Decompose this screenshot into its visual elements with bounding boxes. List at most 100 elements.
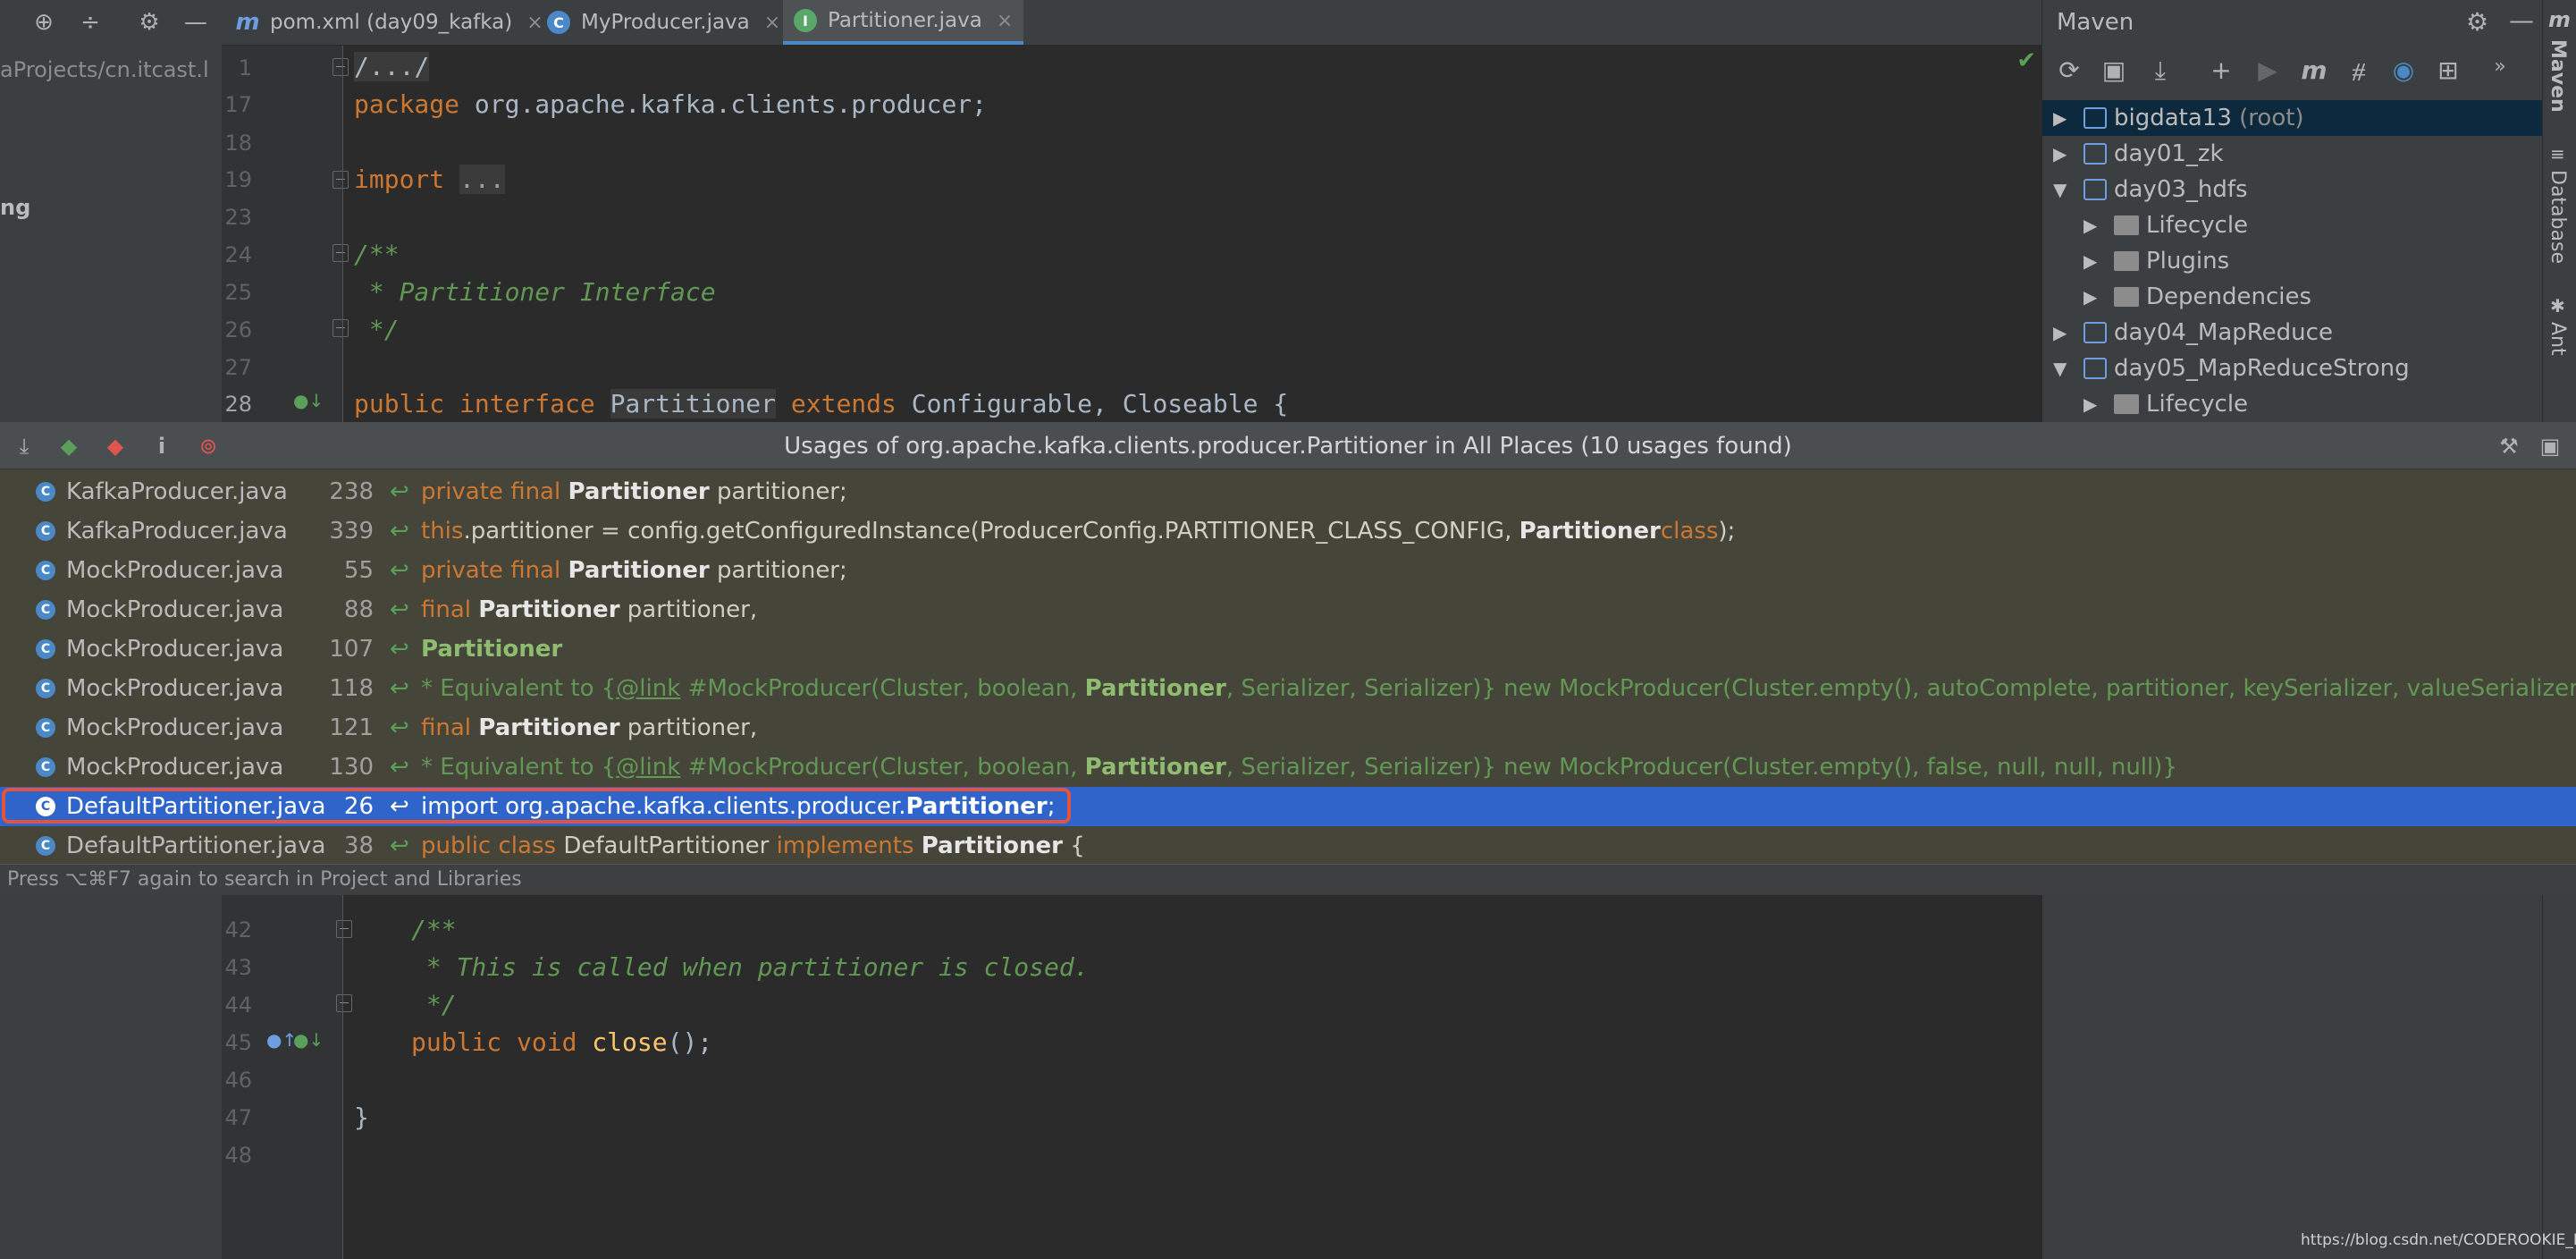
expand-icon[interactable]: ▶	[2053, 107, 2067, 129]
popup-title: Usages of org.apache.kafka.clients.produ…	[784, 433, 1792, 460]
line-number: 24	[224, 242, 252, 267]
usage-snippet: final Partitioner partitioner,	[421, 714, 758, 741]
maven-item-day01_zk[interactable]: ▶ day01_zk	[2042, 136, 2543, 172]
implemented-icon[interactable]: ●↓	[293, 1029, 324, 1051]
expand-icon[interactable]: ▶	[2084, 286, 2097, 308]
skip-tests-icon[interactable]: ⧣	[2341, 55, 2377, 86]
class-icon: C	[36, 836, 55, 856]
line-number: 25	[224, 280, 252, 305]
usage-row[interactable]: C MockProducer.java 88 ↩ final Partition…	[0, 590, 2576, 630]
code-line-45: public void close();	[411, 1027, 713, 1057]
class-icon: C	[547, 11, 570, 34]
crosshair-icon[interactable]: ⊕	[29, 7, 59, 38]
fold-marker[interactable]	[336, 994, 352, 1012]
offline-icon[interactable]: ◉	[2386, 55, 2421, 85]
class-icon: C	[36, 482, 55, 502]
close-icon[interactable]: ×	[764, 12, 780, 34]
fold-marker[interactable]	[333, 171, 349, 189]
usage-row[interactable]: C DefaultPartitioner.java 38 ↩ public cl…	[0, 826, 2576, 866]
add-icon[interactable]: +	[2203, 55, 2239, 85]
folder-icon	[2114, 215, 2139, 235]
maven-item-label: day01_zk	[2114, 140, 2224, 167]
usage-row[interactable]: C MockProducer.java 118 ↩ * Equivalent t…	[0, 669, 2576, 708]
find-usages-popup: ⤓ ◆ ◆ i ⊚ Usages of org.apache.kafka.cli…	[0, 422, 2576, 895]
tool-tab-database[interactable]: Database	[2547, 170, 2569, 264]
collapse-icon[interactable]: ▼	[2053, 179, 2067, 200]
maven-item-bigdata13[interactable]: ▶ bigdata13 (root)	[2042, 100, 2543, 136]
gear-icon[interactable]: ⚙	[2466, 7, 2488, 37]
open-in-panel-icon[interactable]: ▣	[2535, 431, 2565, 461]
tool-tab-ant[interactable]: Ant	[2547, 322, 2569, 356]
class-icon: C	[36, 718, 55, 738]
line-number: 1	[238, 55, 252, 80]
line-number: 27	[224, 355, 252, 380]
usage-row[interactable]: C KafkaProducer.java 238 ↩ private final…	[0, 472, 2576, 511]
maven-item-label: day04_MapReduce	[2114, 319, 2333, 346]
show-dependencies-icon[interactable]: ⊞	[2430, 55, 2466, 85]
usage-line: 107	[329, 636, 374, 663]
project-item[interactable]: ng	[0, 195, 30, 220]
chevron-right-icon[interactable]: »	[2482, 55, 2518, 78]
tab-pom-xml[interactable]: m pom.xml (day09_kafka) ×	[225, 0, 554, 45]
fold-marker[interactable]	[336, 920, 352, 938]
line-number: 28	[224, 392, 252, 417]
tab-myproducer[interactable]: C MyProducer.java ×	[536, 0, 791, 45]
editor-tab-bar: ⊕ ÷ ⚙ — m pom.xml (day09_kafka) × C MyPr…	[0, 0, 2041, 46]
expand-icon[interactable]: ▶	[2053, 143, 2067, 165]
implemented-icon[interactable]: ●↓	[293, 390, 324, 411]
code-line-42: /**	[411, 915, 457, 944]
read-access-icon: ↩	[390, 596, 409, 623]
expand-icon[interactable]: ▶	[2084, 250, 2097, 272]
maven-goal-icon[interactable]: m	[2296, 55, 2332, 85]
maven-item-label: Lifecycle	[2146, 212, 2249, 239]
fold-marker[interactable]	[333, 58, 349, 76]
maven-item-day05_mapreducestrong[interactable]: ▼ day05_MapReduceStrong	[2042, 351, 2543, 386]
read-access-icon: ↩	[390, 478, 409, 505]
usage-line: 88	[343, 596, 374, 623]
maven-item-lifecycle[interactable]: ▶ Lifecycle	[2042, 207, 2543, 243]
wrench-icon[interactable]: ⚒	[2494, 431, 2524, 461]
usage-row[interactable]: C KafkaProducer.java 339 ↩ this.partitio…	[0, 511, 2576, 551]
class-icon: C	[36, 639, 55, 659]
line-number: 42	[224, 917, 252, 942]
line-number: 47	[224, 1105, 252, 1130]
fold-marker[interactable]	[333, 244, 349, 262]
tab-partitioner[interactable]: I Partitioner.java ×	[783, 0, 1024, 45]
run-icon[interactable]: ▶	[2250, 55, 2286, 85]
expand-icon[interactable]: ▶	[2053, 322, 2067, 343]
expand-icon[interactable]: ▶	[2084, 215, 2097, 236]
expand-icon[interactable]: ▶	[2084, 393, 2097, 415]
download-icon[interactable]: ⤓	[2142, 55, 2178, 86]
fold-marker[interactable]	[333, 319, 349, 337]
gear-icon[interactable]: ⚙	[134, 7, 164, 38]
usage-row[interactable]: C MockProducer.java 130 ↩ * Equivalent t…	[0, 748, 2576, 787]
maven-item-day03_hdfs[interactable]: ▼ day03_hdfs	[2042, 172, 2543, 207]
class-icon: C	[36, 679, 55, 698]
read-access-icon: ↩	[390, 557, 409, 584]
close-icon[interactable]: ×	[997, 10, 1013, 32]
collapse-icon[interactable]: ÷	[75, 7, 105, 38]
usage-row[interactable]: C MockProducer.java 55 ↩ private final P…	[0, 551, 2576, 590]
usage-row[interactable]: C MockProducer.java 121 ↩ final Partitio…	[0, 708, 2576, 748]
minimize-icon[interactable]: —	[2509, 5, 2534, 35]
maven-item-plugins[interactable]: ▶ Plugins	[2042, 243, 2543, 279]
usage-line: 238	[329, 478, 374, 505]
project-path[interactable]: aProjects/cn.itcast.l	[0, 57, 209, 82]
maven-item-day04_mapreduce[interactable]: ▶ day04_MapReduce	[2042, 315, 2543, 351]
reload-icon[interactable]: ⟳	[2051, 55, 2087, 85]
code-line-25: * Partitioner Interface	[354, 277, 716, 307]
collapse-icon[interactable]: ▼	[2053, 358, 2067, 379]
maven-item-lifecycle[interactable]: ▶ Lifecycle	[2042, 386, 2543, 422]
maven-item-dependencies[interactable]: ▶ Dependencies	[2042, 279, 2543, 315]
usage-line: 130	[329, 754, 374, 781]
generate-sources-icon[interactable]: ▣	[2096, 55, 2132, 85]
maven-module-icon	[2084, 322, 2107, 343]
minimize-icon[interactable]: —	[181, 7, 211, 38]
tool-tab-maven[interactable]: Maven	[2547, 39, 2569, 113]
usage-row[interactable]: C MockProducer.java 107 ↩ Partitioner	[0, 630, 2576, 669]
code-line-43: * This is called when partitioner is clo…	[411, 952, 1090, 982]
maven-module-icon	[2084, 358, 2107, 379]
usage-snippet: * Equivalent to {@link #MockProducer(Clu…	[421, 675, 2576, 702]
tab-label: MyProducer.java	[581, 11, 750, 34]
maven-item-label: day03_hdfs	[2114, 176, 2248, 203]
